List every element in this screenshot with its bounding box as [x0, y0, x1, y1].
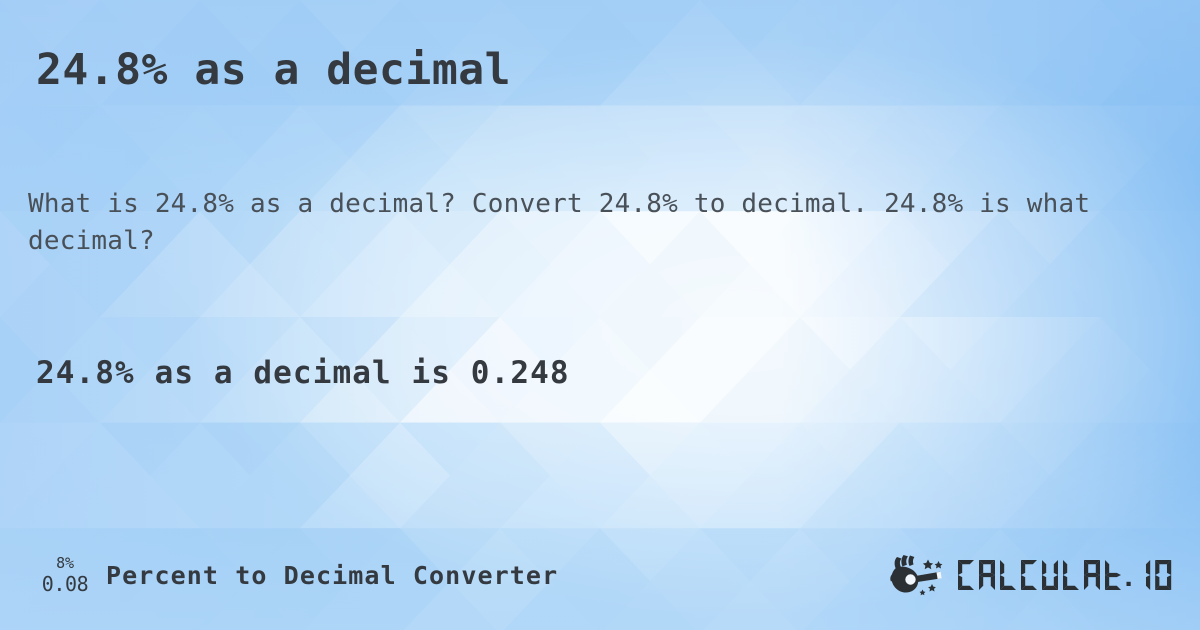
percent-to-decimal-icon-percent: 8%	[56, 554, 74, 572]
answer-statement: 24.8% as a decimal is 0.248	[36, 355, 570, 391]
magic-wand-hand-icon	[890, 555, 943, 596]
calculatio-wordmark: CALCULAT.IO	[957, 560, 1172, 590]
footer-title: Percent to Decimal Converter	[106, 560, 559, 590]
social-card: 24.8% as a decimal What is 24.8% as a de…	[0, 0, 1200, 630]
percent-to-decimal-icon: 8% 0.08	[34, 554, 96, 596]
page-description: What is 24.8% as a decimal? Convert 24.8…	[28, 189, 1091, 256]
calculatio-logo[interactable]: CALCULAT.IO	[888, 553, 1176, 597]
footer-left: 8% 0.08 Percent to Decimal Converter	[34, 554, 559, 596]
page-title: 24.8% as a decimal	[36, 45, 511, 95]
footer: 8% 0.08 Percent to Decimal Converter	[0, 550, 1200, 600]
percent-to-decimal-icon-decimal: 0.08	[41, 572, 89, 596]
